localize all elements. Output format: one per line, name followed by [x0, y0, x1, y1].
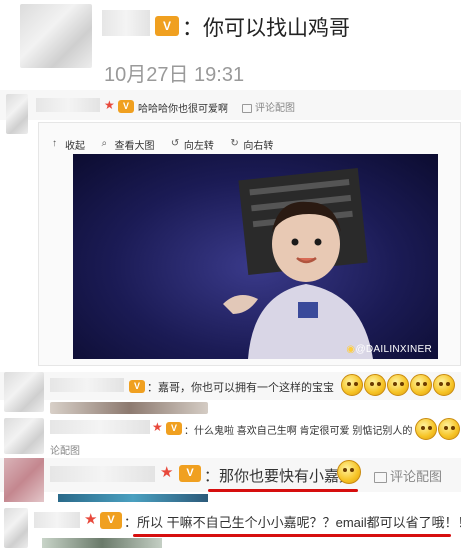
username-blurred[interactable] [50, 378, 124, 392]
avatar[interactable] [4, 418, 44, 454]
link-label: 评论配图 [390, 469, 443, 484]
watermark: ◉@DAILINXINER [346, 344, 432, 355]
comment-text: ：那你也要快有小嘉嘉 [204, 468, 355, 485]
arrow-up-icon: ↑ [52, 138, 57, 149]
timestamp: 10月27日 19:31 [104, 64, 245, 86]
comment-with-image-link[interactable]: 论配图 [50, 442, 80, 457]
emoji-icon [415, 418, 437, 440]
username-blurred[interactable] [50, 420, 150, 434]
star-icon: ★ [104, 98, 115, 112]
rotate-right-button[interactable]: ↻ 向右转 [230, 137, 273, 152]
comment-text: 哈哈哈你也很可爱啊 [138, 104, 228, 115]
username-blurred[interactable] [50, 466, 155, 482]
vip-badge-icon: V [129, 380, 145, 393]
comment-text: ：什么鬼啦 喜欢自己生啊 肯定很可爱 别惦记别人的 [184, 426, 413, 437]
avatar[interactable] [4, 372, 44, 412]
vip-badge-icon: V [155, 16, 179, 36]
username-blurred[interactable] [34, 512, 80, 528]
red-underline [208, 489, 358, 492]
emoji-icon [438, 418, 460, 440]
star-icon: ★ [160, 464, 174, 481]
image-thumbnail[interactable] [42, 538, 162, 548]
vip-badge-icon: V [179, 465, 201, 482]
reply-text: ：你可以找山鸡哥 [182, 17, 350, 40]
star-icon: ★ [152, 420, 163, 434]
emoji-icon [433, 374, 455, 396]
emoji-icon [341, 374, 363, 396]
username-blurred[interactable] [102, 10, 150, 36]
rotate-right-icon: ↻ [230, 138, 239, 149]
collapse-button[interactable]: ↑ 收起 [52, 137, 85, 152]
comment-with-image-link[interactable]: 评论配图 [374, 466, 442, 485]
emoji-icon [364, 374, 386, 396]
emoji-icon [337, 460, 361, 484]
vip-badge-icon: V [166, 422, 182, 435]
magnify-icon: ⌕ [101, 138, 108, 149]
link-label: 评论配图 [255, 103, 295, 114]
rotate-left-icon: ↺ [170, 138, 180, 149]
vip-badge-icon: V [100, 512, 122, 529]
image-thumbnail[interactable] [58, 494, 208, 502]
comment-text: ：所以 干嘛不自己生个小小嘉呢？？email都可以省了哦！！ [124, 515, 461, 530]
comment-icon [242, 103, 252, 113]
comment-text: ：嘉哥，你也可以拥有一个这样的宝宝 [147, 382, 334, 394]
avatar[interactable] [4, 458, 44, 502]
emoji-group [340, 374, 455, 396]
username-blurred[interactable] [36, 98, 100, 112]
image-toolbar: ↑ 收起 ⌕ 查看大图 ↺ 向左转 ↻ 向右转 [52, 133, 285, 152]
comment-icon [374, 472, 387, 484]
avatar[interactable] [4, 508, 28, 548]
emoji-group [414, 418, 460, 440]
star-icon: ★ [84, 511, 98, 528]
rotate-left-button[interactable]: ↺ 向左转 [171, 137, 214, 152]
emoji-icon [410, 374, 432, 396]
vip-badge-icon: V [118, 100, 134, 113]
image-thumbnail[interactable] [50, 402, 208, 414]
emoji-icon [387, 374, 409, 396]
avatar[interactable] [20, 4, 92, 68]
view-large-button[interactable]: ⌕ 查看大图 [101, 137, 154, 152]
comment-with-image-link[interactable]: 评论配图 [242, 99, 295, 114]
photo-illustration [223, 167, 373, 359]
avatar[interactable] [6, 94, 28, 134]
attached-photo[interactable]: ◉@DAILINXINER [73, 154, 438, 359]
red-underline [133, 534, 451, 537]
